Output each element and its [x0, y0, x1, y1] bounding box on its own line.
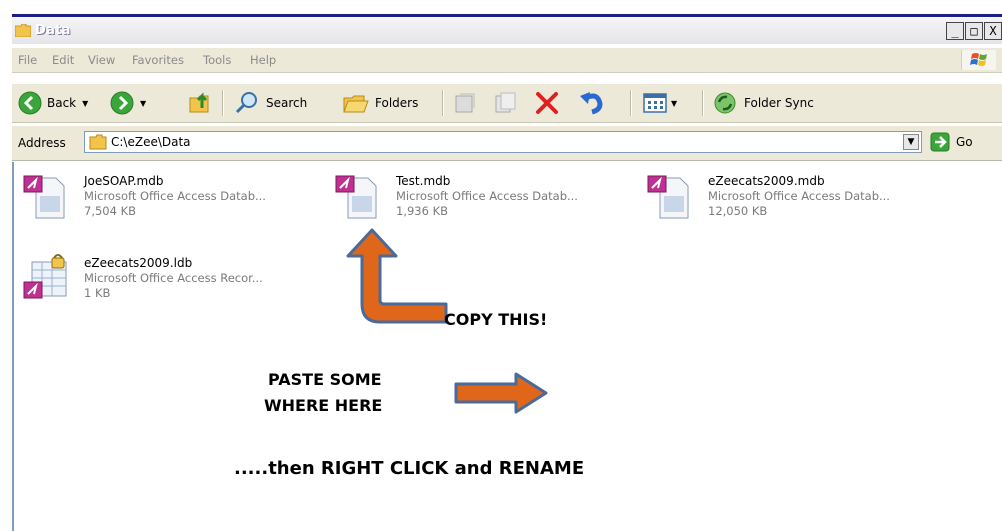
copy-arrow-annotation — [346, 228, 448, 324]
search-button[interactable]: Search — [234, 88, 307, 118]
menu-help[interactable]: Help — [250, 53, 276, 67]
file-size: 12,050 KB — [708, 204, 768, 218]
views-button[interactable]: ▼ — [642, 88, 677, 118]
maximize-button[interactable]: □ — [965, 22, 983, 40]
go-button[interactable]: Go — [930, 132, 973, 152]
file-item[interactable]: eZeecats2009.mdb Microsoft Office Access… — [646, 172, 946, 232]
copy-to-icon — [495, 92, 516, 113]
menu-tools[interactable]: Tools — [203, 53, 231, 67]
title-bar[interactable]: Data _ □ X — [12, 14, 1002, 44]
file-list-pane[interactable]: JoeSOAP.mdb Microsoft Office Access Data… — [12, 162, 1002, 531]
menu-view[interactable]: View — [88, 53, 115, 67]
address-value: C:\eZee\Data — [111, 135, 191, 149]
file-name: eZeecats2009.ldb — [84, 256, 193, 270]
undo-button[interactable] — [578, 88, 606, 118]
copy-this-annotation: COPY THIS! — [444, 310, 548, 329]
window-title: Data — [35, 23, 71, 38]
access-lock-record-icon — [23, 254, 67, 299]
standard-toolbar: Back ▼ ▼ Search Folders ▼ Folder Sync — [12, 84, 1002, 123]
up-folder-button[interactable] — [188, 88, 214, 118]
delete-x-icon — [536, 92, 558, 114]
go-label: Go — [956, 135, 973, 149]
forward-dropdown-icon[interactable]: ▼ — [140, 99, 146, 108]
search-icon — [235, 92, 257, 114]
forward-arrow-icon — [110, 91, 134, 115]
folder-sync-label: Folder Sync — [744, 96, 814, 110]
folder-icon — [15, 24, 31, 37]
folders-icon — [343, 95, 369, 113]
toolbar-separator — [222, 90, 224, 116]
toolbar-separator — [630, 90, 632, 116]
undo-icon — [580, 92, 603, 115]
minimize-button[interactable]: _ — [946, 22, 964, 40]
file-name: JoeSOAP.mdb — [84, 174, 164, 188]
toolbar-separator — [442, 90, 444, 116]
rename-instruction-annotation: .....then RIGHT CLICK and RENAME — [234, 458, 585, 479]
file-type: Microsoft Office Access Recor... — [84, 271, 263, 285]
access-database-icon — [23, 175, 65, 219]
address-dropdown-button[interactable]: ▼ — [903, 134, 919, 150]
back-arrow-icon — [18, 91, 42, 115]
move-to-button[interactable] — [452, 88, 478, 118]
file-item[interactable]: JoeSOAP.mdb Microsoft Office Access Data… — [22, 172, 322, 232]
menu-bar: File Edit View Favorites Tools Help — [12, 48, 1002, 73]
forward-button[interactable]: ▼ — [110, 88, 146, 118]
address-input[interactable]: C:\eZee\Data ▼ — [84, 131, 922, 153]
file-name: eZeecats2009.mdb — [708, 174, 825, 188]
delete-button[interactable] — [534, 88, 560, 118]
file-name: Test.mdb — [396, 174, 451, 188]
move-to-icon — [455, 93, 475, 113]
menu-edit[interactable]: Edit — [52, 53, 74, 67]
paste-arrow-annotation — [454, 372, 548, 414]
search-label: Search — [266, 96, 308, 110]
file-size: 7,504 KB — [84, 204, 137, 218]
up-folder-icon — [189, 92, 209, 113]
address-label: Address — [18, 136, 66, 150]
folder-icon — [89, 134, 107, 150]
explorer-window: Data _ □ X File Edit View Favorites Tool… — [0, 0, 1002, 531]
access-database-icon — [335, 175, 377, 219]
menu-favorites[interactable]: Favorites — [132, 53, 184, 67]
file-item[interactable]: eZeecats2009.ldb Microsoft Office Access… — [22, 254, 322, 314]
copy-to-button[interactable] — [492, 88, 518, 118]
file-type: Microsoft Office Access Datab... — [396, 189, 578, 203]
paste-line-1: PASTE SOME — [268, 370, 382, 389]
file-type: Microsoft Office Access Datab... — [84, 189, 266, 203]
file-type: Microsoft Office Access Datab... — [708, 189, 890, 203]
go-arrow-icon — [930, 132, 950, 152]
views-icon — [643, 93, 667, 113]
folder-sync-button[interactable]: Folder Sync — [712, 88, 814, 118]
folder-sync-icon — [714, 92, 736, 114]
address-bar: Address C:\eZee\Data ▼ Go — [12, 126, 1002, 161]
folders-button[interactable]: Folders — [342, 88, 418, 118]
close-button[interactable]: X — [984, 22, 1002, 40]
back-dropdown-icon[interactable]: ▼ — [82, 99, 88, 108]
file-size: 1 KB — [84, 286, 111, 300]
file-size: 1,936 KB — [396, 204, 449, 218]
folders-label: Folders — [375, 96, 419, 110]
toolbar-separator — [702, 90, 704, 116]
paste-line-2: WHERE HERE — [264, 396, 383, 415]
views-dropdown-icon[interactable]: ▼ — [671, 99, 677, 108]
back-button[interactable]: Back ▼ — [18, 88, 88, 118]
windows-logo-icon — [961, 50, 996, 70]
menu-file[interactable]: File — [18, 53, 37, 67]
back-label: Back — [47, 96, 77, 110]
window-controls: _ □ X — [945, 22, 1002, 42]
access-database-icon — [647, 175, 689, 219]
